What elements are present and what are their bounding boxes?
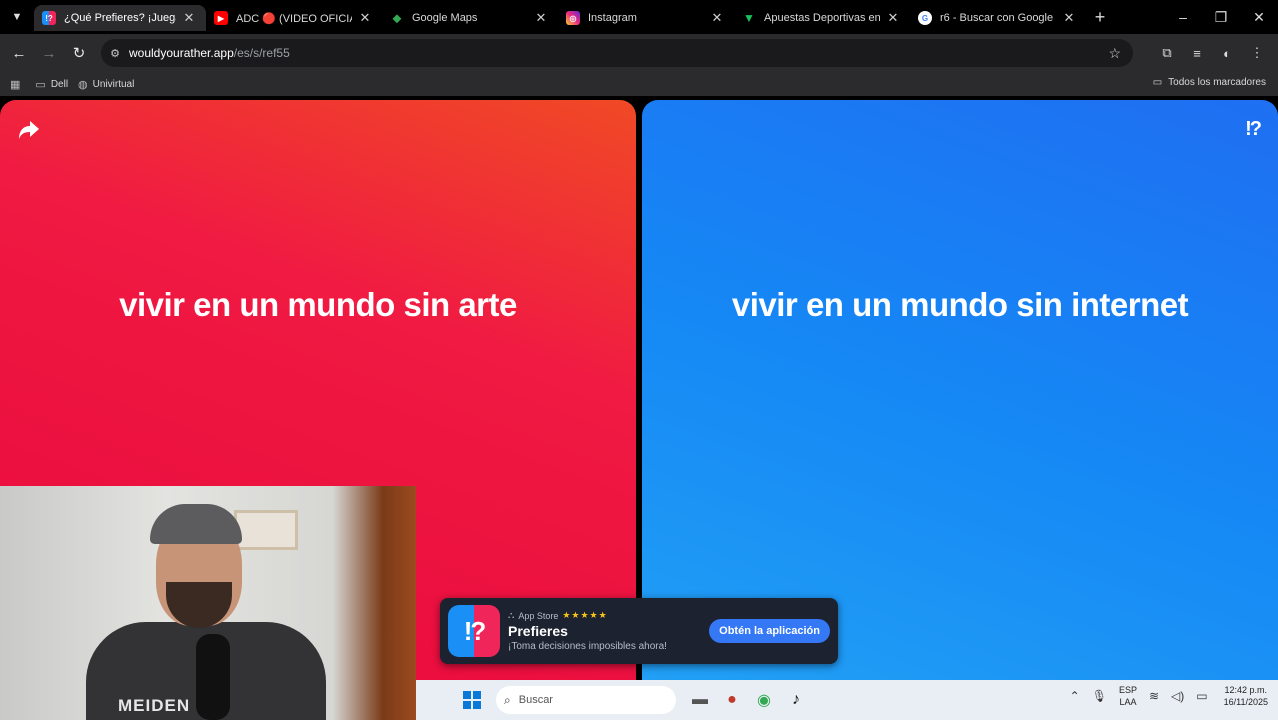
- tab-youtube[interactable]: ▶ ADC 🔴 (VIDEO OFICIAL) | ✕: [206, 5, 382, 31]
- app-name: Prefieres: [508, 623, 568, 639]
- lang-bottom: LAA: [1119, 697, 1137, 707]
- search-icon: ⌕: [504, 692, 511, 707]
- taskbar-search[interactable]: ⌕ Buscar: [496, 686, 676, 714]
- option-b-text: vivir en un mundo sin internet: [731, 286, 1189, 323]
- app-store-line: ⛬ App Store ★★★★★: [508, 610, 709, 621]
- tab-title: Google Maps: [412, 12, 478, 24]
- app-tagline: ¡Toma decisiones imposibles ahora!: [508, 641, 667, 652]
- close-icon[interactable]: ✕: [886, 10, 900, 26]
- app-pinned-icon[interactable]: ●: [716, 684, 748, 716]
- tab-apuestas[interactable]: ▼ Apuestas Deportivas en Vi ✕: [734, 5, 910, 31]
- youtube-icon: ▶: [214, 11, 228, 25]
- tab-google-search[interactable]: G r6 - Buscar con Google ✕: [910, 5, 1086, 31]
- bookmark-univirtual[interactable]: ◍ Univirtual: [78, 78, 134, 91]
- task-view-icon[interactable]: ▬: [684, 684, 716, 716]
- chrome-icon[interactable]: ◉: [748, 684, 780, 716]
- bookmark-label: Univirtual: [92, 78, 135, 90]
- start-button[interactable]: [456, 684, 488, 716]
- search-placeholder: Buscar: [518, 694, 553, 706]
- media-icon[interactable]: ≡: [1182, 38, 1212, 68]
- tab-search-icon[interactable]: ▼: [0, 0, 34, 34]
- microphone-icon[interactable]: 🎙: [1092, 689, 1107, 703]
- close-window-icon[interactable]: ✕: [1240, 0, 1278, 34]
- wifi-icon[interactable]: ≋: [1149, 689, 1159, 703]
- betting-icon: ▼: [743, 11, 755, 25]
- windows-taskbar: ⌕ Buscar ▬ ● ◉ ♪ ⌃ 🎙 ESP LAA ≋ ◁) ▭ 12:42…: [416, 680, 1278, 720]
- shirt-print: MEIDEN: [118, 696, 191, 715]
- apps-grid-icon[interactable]: ▦: [10, 78, 25, 91]
- tab-instagram[interactable]: ◎ Instagram ✕: [558, 5, 734, 31]
- toolbar-actions: ⧉ ≡ ◐ ⋮: [1152, 38, 1272, 68]
- back-icon[interactable]: ←: [4, 38, 34, 68]
- close-icon[interactable]: ✕: [358, 10, 372, 26]
- tab-title: ADC 🔴 (VIDEO OFICIAL) |: [236, 12, 352, 25]
- globe-icon: ◍: [78, 78, 88, 91]
- minimize-icon[interactable]: –: [1164, 0, 1202, 34]
- tab-google-maps[interactable]: ⬥ Google Maps ✕: [382, 5, 558, 31]
- app-store-label: App Store: [518, 610, 559, 621]
- app-icon-text: !?: [463, 615, 487, 646]
- option-a-text: vivir en un mundo sin arte: [119, 286, 517, 323]
- tab-title: Instagram: [588, 12, 637, 24]
- system-tray: ⌃ 🎙 ESP LAA ≋ ◁) ▭ 12:42 p.m. 16/11/2025: [1058, 684, 1268, 708]
- bookmarks-bar: ▦ ▭ Dell ◍ Univirtual ▭ Todos los marcadore…: [0, 72, 1278, 96]
- app-info: ⛬ App Store ★★★★★ Prefieres ¡Toma decisi…: [508, 610, 709, 652]
- wall-picture: [234, 510, 298, 550]
- clock-date: 16/11/2025: [1223, 697, 1268, 707]
- all-bookmarks[interactable]: ▭ Todos los marcadores: [1153, 77, 1266, 88]
- tab-title: ¿Qué Prefieres? ¡Juega en l: [64, 12, 176, 24]
- app-icon: !?: [448, 605, 500, 657]
- lang-top: ESP: [1118, 685, 1137, 695]
- site-settings-icon[interactable]: ⚙: [101, 47, 129, 60]
- tab-title: Apuestas Deportivas en Vi: [764, 12, 880, 24]
- menu-icon[interactable]: ⋮: [1242, 38, 1272, 68]
- bookmark-star-icon[interactable]: ☆: [1108, 45, 1121, 62]
- bookmark-label: Dell: [50, 78, 69, 90]
- extensions-icon[interactable]: ⧉: [1152, 38, 1182, 68]
- url-path: /es/s/ref55: [233, 46, 290, 60]
- forward-icon[interactable]: →: [34, 38, 64, 68]
- app-download-banner[interactable]: !? ⛬ App Store ★★★★★ Prefieres ¡Toma dec…: [440, 598, 838, 664]
- tab-strip: ▼ !? ¿Qué Prefieres? ¡Juega en l ✕ ▶ ADC…: [0, 0, 1278, 34]
- battery-icon[interactable]: ▭: [1196, 689, 1207, 703]
- clock[interactable]: 12:42 p.m. 16/11/2025: [1224, 684, 1268, 708]
- close-icon[interactable]: ✕: [710, 10, 724, 26]
- tiktok-icon[interactable]: ♪: [780, 684, 812, 716]
- windows-logo-icon: [463, 691, 481, 709]
- new-tab-button[interactable]: +: [1086, 7, 1114, 28]
- tab-title: r6 - Buscar con Google: [940, 12, 1054, 24]
- share-icon[interactable]: [18, 120, 40, 140]
- close-icon[interactable]: ✕: [534, 10, 548, 26]
- chevron-up-icon[interactable]: ⌃: [1070, 689, 1080, 703]
- screen: ▼ !? ¿Qué Prefieres? ¡Juega en l ✕ ▶ ADC…: [0, 0, 1278, 720]
- all-bookmarks-label: Todos los marcadores: [1168, 77, 1266, 88]
- folder-icon: ▭: [35, 78, 46, 91]
- google-icon: G: [918, 11, 932, 25]
- close-icon[interactable]: ✕: [1062, 10, 1076, 26]
- tab-wouldyourather[interactable]: !? ¿Qué Prefieres? ¡Juega en l ✕: [34, 5, 206, 31]
- language-indicator[interactable]: ESP LAA: [1119, 684, 1137, 708]
- webcam-overlay: MEIDEN: [0, 486, 416, 720]
- profile-avatar[interactable]: ◐: [1212, 38, 1242, 68]
- browser-toolbar: ← → ↻ ⚙ wouldyourather.app/es/s/ref55 ☆ …: [0, 34, 1278, 72]
- wouldyourather-icon: !?: [42, 11, 56, 25]
- bookmark-dell[interactable]: ▭ Dell: [35, 78, 68, 91]
- restore-icon[interactable]: ❐: [1202, 0, 1240, 34]
- url-host: wouldyourather.app: [129, 46, 234, 60]
- instagram-icon: ◎: [566, 11, 580, 25]
- maps-pin-icon: ⬥: [392, 10, 402, 25]
- reload-icon[interactable]: ↻: [64, 38, 94, 68]
- get-app-button[interactable]: Obtén la aplicación: [709, 619, 830, 643]
- close-icon[interactable]: ✕: [182, 10, 196, 26]
- window-controls: – ❐ ✕: [1164, 0, 1278, 34]
- clock-time: 12:42 p.m.: [1224, 685, 1268, 695]
- app-logo-icon[interactable]: !?: [1245, 118, 1262, 141]
- volume-icon[interactable]: ◁): [1171, 689, 1184, 703]
- rating-stars: ★★★★★: [562, 610, 608, 620]
- folder-icon: ▭: [1152, 77, 1163, 88]
- appstore-icon: ⛬: [508, 610, 515, 620]
- person-cap: [150, 504, 242, 544]
- address-bar[interactable]: ⚙ wouldyourather.app/es/s/ref55 ☆: [101, 39, 1133, 67]
